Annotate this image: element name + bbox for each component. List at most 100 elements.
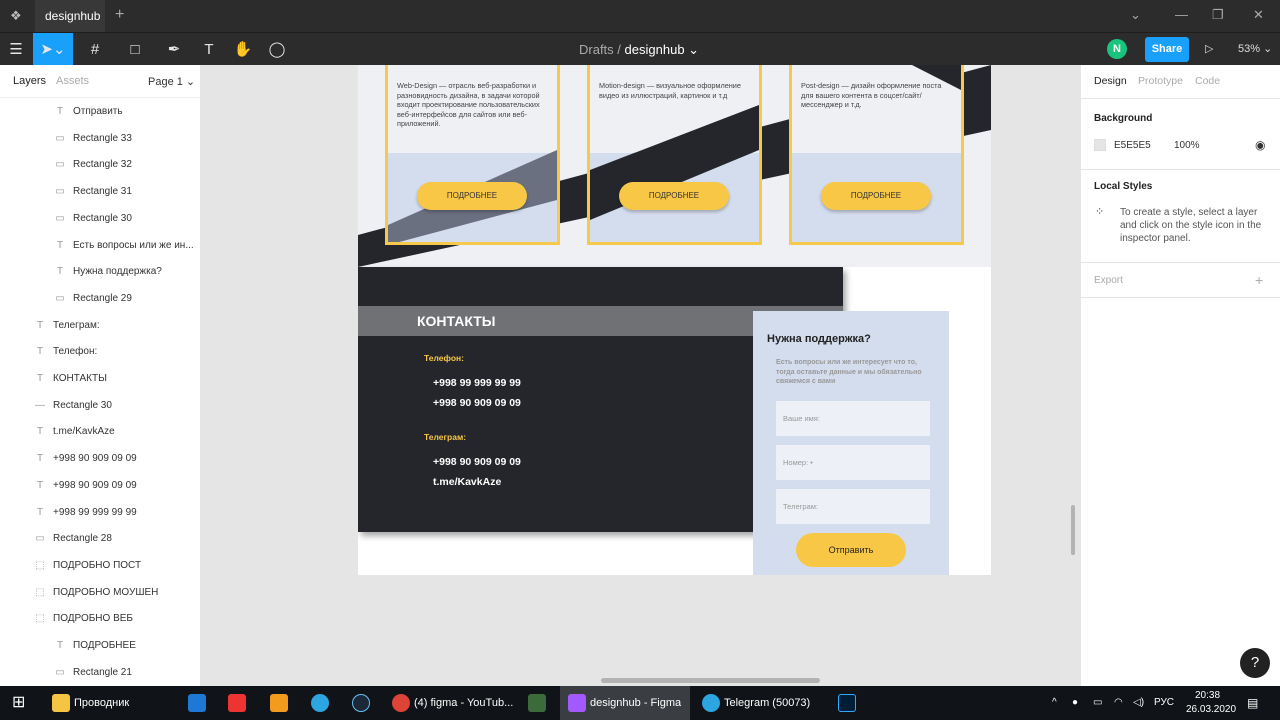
layer-row[interactable]: Tt.me/KavkAze — [0, 419, 200, 445]
layer-row[interactable]: ⬚ ПОДРОБНО ВЕБ — [0, 606, 200, 632]
pen-tool-icon[interactable]: ✒ — [160, 33, 188, 66]
share-button[interactable]: Share — [1145, 37, 1189, 62]
layer-row[interactable]: T Есть вопросы или же ин... — [0, 233, 200, 259]
close-icon[interactable]: ✕ — [1253, 7, 1264, 23]
layer-row[interactable]: T Нужна поддержка? — [0, 259, 200, 285]
chevron-down-icon[interactable]: ⌄ — [688, 42, 699, 57]
eye-icon[interactable]: ◉ — [1255, 138, 1265, 152]
layer-row[interactable]: T Телефон: — [0, 339, 200, 365]
layer-name: Телеграм: — [53, 319, 100, 331]
help-button[interactable]: ? — [1240, 648, 1270, 678]
name-field[interactable]: Ваше имя: — [776, 401, 930, 436]
more-button[interactable]: ПОДРОБНЕЕ — [417, 182, 527, 210]
breadcrumb-file[interactable]: designhub — [625, 42, 685, 57]
tab-prototype[interactable]: Prototype — [1138, 75, 1183, 87]
tab-code[interactable]: Code — [1195, 75, 1220, 87]
layer-row[interactable]: T ПОДРОБНЕЕ — [0, 633, 200, 659]
taskbar-figma[interactable]: designhub - Figma — [560, 686, 690, 720]
comment-tool-icon[interactable]: ◯ — [266, 33, 288, 66]
tab-design[interactable]: Design — [1094, 75, 1127, 87]
chevron-down-icon[interactable]: ⌄ — [1130, 7, 1141, 23]
layer-row[interactable]: T +998 99 999 99 99 — [0, 500, 200, 526]
wifi-icon[interactable]: ◠ — [1114, 686, 1123, 720]
page-selector[interactable]: Page 1 ⌄ — [148, 75, 195, 88]
telegram-field[interactable]: Телеграм: — [776, 489, 930, 524]
minimize-icon[interactable]: — — [1175, 7, 1188, 22]
taskbar-chrome[interactable]: (4) figma - YouTub... — [386, 686, 516, 720]
export-add-button[interactable]: + — [1255, 272, 1263, 288]
service-card-post[interactable]: Post-design — дизайн оформление поста дл… — [789, 65, 964, 245]
chrome-icon — [392, 694, 410, 712]
layer-name: ПОДРОБНЕЕ — [73, 640, 136, 651]
layer-row[interactable]: — Rectangle 30 — [0, 393, 200, 419]
text-icon: T — [56, 640, 64, 651]
layer-row[interactable]: ▭ Rectangle 33 — [0, 126, 200, 152]
layer-row[interactable]: ⬚ ПОДРОБНО МОУШЕН — [0, 580, 200, 606]
layer-row[interactable]: T КОНТАКТЫ — [0, 366, 200, 392]
rectangle-tool-icon[interactable]: □ — [120, 33, 150, 66]
chevron-up-icon[interactable]: ^ — [1052, 686, 1057, 720]
background-swatch[interactable] — [1094, 139, 1106, 151]
vertical-scrollbar[interactable] — [1071, 505, 1075, 555]
more-button[interactable]: ПОДРОБНЕЕ — [821, 182, 931, 210]
layer-row[interactable]: ▭ Rectangle 31 — [0, 179, 200, 205]
taskbar-telegram[interactable]: Telegram (50073) — [696, 686, 826, 720]
gta-icon[interactable] — [528, 694, 546, 712]
present-icon[interactable]: ▷ — [1205, 33, 1213, 66]
volume-icon[interactable]: ◁) — [1133, 686, 1144, 720]
layer-row[interactable]: T +998 90 909 09 09 — [0, 446, 200, 472]
layer-row[interactable]: T Отправить — [0, 99, 200, 125]
clock-date[interactable]: 26.03.2020 — [1186, 693, 1236, 720]
main-menu-icon[interactable]: ☰ — [5, 33, 27, 66]
tray-telegram-icon[interactable]: ● — [1072, 686, 1078, 720]
avatar[interactable]: N — [1107, 39, 1127, 59]
taskbar-explorer[interactable]: Проводник — [46, 686, 174, 720]
notifications-icon[interactable]: ▤ — [1247, 686, 1258, 720]
zoom-menu[interactable]: 53% ⌄ — [1238, 33, 1272, 66]
more-button[interactable]: ПОДРОБНЕЕ — [619, 182, 729, 210]
layer-row[interactable]: ▭ Rectangle 30 — [0, 206, 200, 232]
photoshop-icon[interactable] — [838, 694, 856, 712]
edge-icon[interactable] — [188, 694, 206, 712]
design-frame[interactable]: Web-Design — отрасль веб-разработки и ра… — [358, 65, 991, 575]
breadcrumb-drafts[interactable]: Drafts — [579, 42, 614, 57]
move-tool-icon[interactable]: ➤⌄ — [33, 33, 73, 66]
new-tab-button[interactable]: + — [115, 6, 124, 24]
phone-field[interactable]: Номер: • — [776, 445, 930, 480]
layers-panel-header: Layers Assets Page 1 ⌄ — [0, 65, 200, 98]
windows-start-icon[interactable]: ⊞ — [12, 686, 32, 720]
properties-panel: Design Prototype Code Background E5E5E5 … — [1080, 65, 1280, 686]
layer-row[interactable]: T +998 90 909 09 09 — [0, 473, 200, 499]
send-button[interactable]: Отправить — [796, 533, 906, 567]
taskbar-label: Telegram (50073) — [724, 697, 811, 709]
file-tab[interactable]: designhub — [35, 0, 105, 32]
tab-layers[interactable]: Layers — [13, 75, 46, 87]
background-opacity[interactable]: 100% — [1174, 140, 1200, 151]
service-card-web[interactable]: Web-Design — отрасль веб-разработки и ра… — [385, 65, 560, 245]
layer-row[interactable]: ▭ Rectangle 29 — [0, 286, 200, 312]
steam-icon[interactable] — [352, 694, 370, 712]
layer-row[interactable]: ⬚ ПОДРОБНО ПОСТ — [0, 553, 200, 579]
telegram-icon — [702, 694, 720, 712]
restore-icon[interactable]: ❐ — [1212, 7, 1224, 23]
telegram-icon[interactable] — [311, 694, 329, 712]
frame-tool-icon[interactable]: # — [81, 33, 109, 66]
service-card-motion[interactable]: Motion-design — визуальное оформление ви… — [587, 65, 762, 245]
background-hex[interactable]: E5E5E5 — [1114, 140, 1151, 151]
tab-assets[interactable]: Assets — [56, 75, 89, 87]
horizontal-scrollbar[interactable] — [601, 678, 820, 683]
sublime-icon[interactable] — [270, 694, 288, 712]
yandex-icon[interactable] — [228, 694, 246, 712]
layer-row[interactable]: ▭ Rectangle 28 — [0, 526, 200, 552]
text-tool-icon[interactable]: T — [199, 33, 219, 66]
layer-row[interactable]: ▭ Rectangle 32 — [0, 152, 200, 178]
figma-menu-icon[interactable]: ❖ — [10, 8, 24, 24]
phone-label: Телефон: — [424, 353, 464, 363]
battery-icon[interactable]: ▭ — [1093, 686, 1102, 720]
services-section: Web-Design — отрасль веб-разработки и ра… — [358, 65, 991, 267]
layer-row[interactable]: ▭ Rectangle 21 — [0, 660, 200, 686]
layer-row[interactable]: T Телеграм: — [0, 313, 200, 339]
language-indicator[interactable]: РУС — [1154, 686, 1174, 720]
canvas[interactable]: Web-Design — отрасль веб-разработки и ра… — [201, 65, 1080, 686]
hand-tool-icon[interactable]: ✋ — [232, 33, 254, 66]
